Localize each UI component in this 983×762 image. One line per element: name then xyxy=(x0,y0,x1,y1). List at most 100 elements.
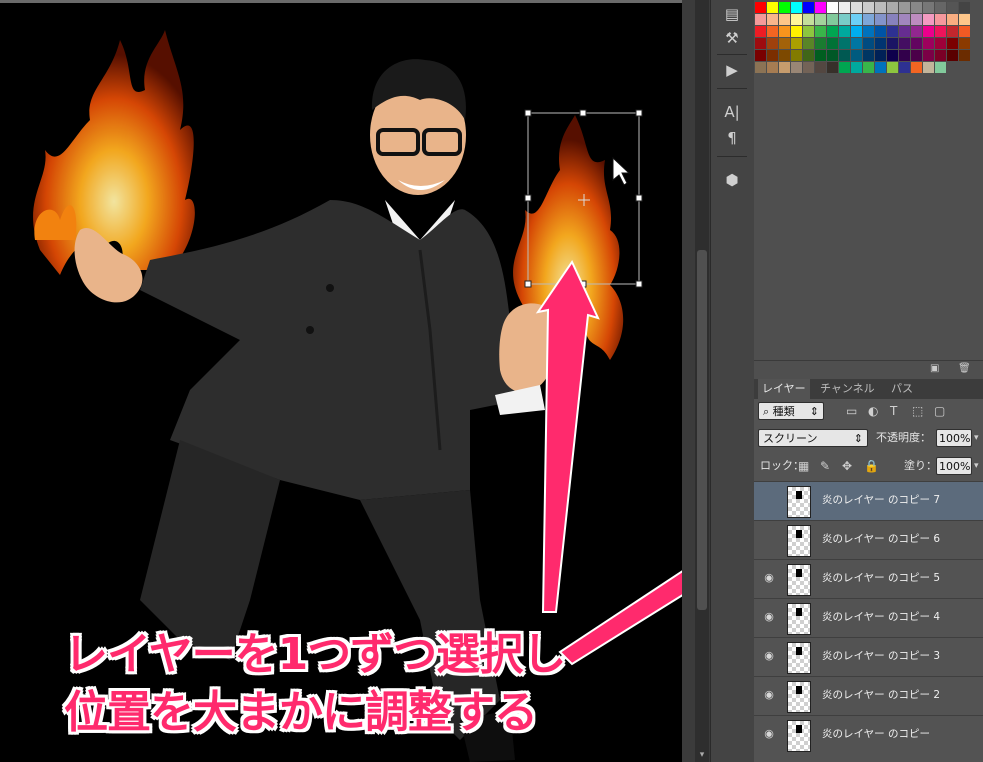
color-swatch[interactable] xyxy=(755,62,766,73)
opacity-dropdown-icon[interactable]: ▾ xyxy=(974,429,979,447)
3d-cube-icon[interactable]: ⬢ xyxy=(717,168,747,192)
layer-filter-kind-select[interactable]: ⌕ 種類 ⇕ xyxy=(758,402,824,420)
layer-row[interactable]: 炎のレイヤー のコピー 6 xyxy=(754,520,983,559)
color-swatch[interactable] xyxy=(911,38,922,49)
paragraph-icon[interactable]: ¶ xyxy=(717,126,747,150)
layer-row[interactable]: ◉ 炎のレイヤー のコピー xyxy=(754,715,983,754)
color-swatch[interactable] xyxy=(863,26,874,37)
color-swatch[interactable] xyxy=(899,14,910,25)
layer-row[interactable]: ◉ 炎のレイヤー のコピー 5 xyxy=(754,559,983,598)
color-swatch[interactable] xyxy=(899,2,910,13)
color-swatch[interactable] xyxy=(755,14,766,25)
visibility-eye-icon[interactable] xyxy=(762,494,776,506)
canvas-area[interactable]: レイヤーを1つずつ選択し 位置を大まかに調整する ▾ xyxy=(0,0,710,762)
color-swatch[interactable] xyxy=(755,38,766,49)
document-canvas[interactable]: レイヤーを1つずつ選択し 位置を大まかに調整する xyxy=(0,0,682,762)
color-swatch[interactable] xyxy=(935,2,946,13)
color-swatch[interactable] xyxy=(839,2,850,13)
color-swatch[interactable] xyxy=(923,2,934,13)
color-swatch[interactable] xyxy=(827,2,838,13)
color-swatch[interactable] xyxy=(959,2,970,13)
shape-filter-icon[interactable]: ⬚ xyxy=(912,402,923,420)
color-swatch[interactable] xyxy=(779,38,790,49)
color-swatch[interactable] xyxy=(887,38,898,49)
color-swatch[interactable] xyxy=(815,62,826,73)
color-swatch[interactable] xyxy=(767,14,778,25)
tab-layers[interactable]: レイヤー xyxy=(758,379,810,399)
tab-channels[interactable]: チャンネル xyxy=(816,379,879,399)
color-swatch[interactable] xyxy=(911,62,922,73)
layer-row[interactable]: ◉ 炎のレイヤー のコピー 3 xyxy=(754,637,983,676)
color-swatch[interactable] xyxy=(851,38,862,49)
color-swatch[interactable] xyxy=(779,2,790,13)
color-swatch[interactable] xyxy=(851,62,862,73)
color-swatch[interactable] xyxy=(803,62,814,73)
play-actions-icon[interactable]: ▶ xyxy=(717,58,747,82)
color-swatch[interactable] xyxy=(935,50,946,61)
color-swatch[interactable] xyxy=(947,38,958,49)
color-swatch[interactable] xyxy=(887,2,898,13)
color-swatch[interactable] xyxy=(947,2,958,13)
color-swatch[interactable] xyxy=(791,26,802,37)
type-filter-icon[interactable]: T xyxy=(890,402,897,420)
color-swatch[interactable] xyxy=(767,38,778,49)
color-swatch[interactable] xyxy=(935,38,946,49)
layer-row[interactable]: ◉ 炎のレイヤー のコピー 2 xyxy=(754,676,983,715)
color-swatch[interactable] xyxy=(815,50,826,61)
image-filter-icon[interactable]: ▭ xyxy=(846,402,857,420)
color-swatch[interactable] xyxy=(899,38,910,49)
color-swatch[interactable] xyxy=(887,62,898,73)
color-swatch[interactable] xyxy=(815,26,826,37)
color-swatch[interactable] xyxy=(827,14,838,25)
color-swatch[interactable] xyxy=(803,2,814,13)
fill-input[interactable]: 100% xyxy=(936,457,972,475)
visibility-eye-icon[interactable]: ◉ xyxy=(762,728,776,740)
color-swatch[interactable] xyxy=(827,38,838,49)
lock-all-icon[interactable]: 🔒 xyxy=(864,457,879,475)
color-swatch[interactable] xyxy=(935,14,946,25)
color-swatch[interactable] xyxy=(779,50,790,61)
color-swatch[interactable] xyxy=(767,62,778,73)
new-swatch-icon[interactable]: ▣ xyxy=(930,364,940,374)
adjustment-filter-icon[interactable]: ◐ xyxy=(868,402,878,420)
fill-dropdown-icon[interactable]: ▾ xyxy=(974,457,979,475)
color-swatch[interactable] xyxy=(911,14,922,25)
color-swatch[interactable] xyxy=(851,2,862,13)
color-swatch[interactable] xyxy=(875,38,886,49)
color-swatch[interactable] xyxy=(839,26,850,37)
color-swatch[interactable] xyxy=(959,38,970,49)
color-swatch[interactable] xyxy=(863,38,874,49)
color-swatch[interactable] xyxy=(923,38,934,49)
color-swatch[interactable] xyxy=(827,26,838,37)
scroll-down-arrow-icon[interactable]: ▾ xyxy=(695,750,709,760)
color-swatch[interactable] xyxy=(815,14,826,25)
color-swatch[interactable] xyxy=(767,2,778,13)
color-swatch[interactable] xyxy=(767,50,778,61)
canvas-vertical-scrollbar[interactable]: ▾ xyxy=(695,0,709,762)
color-swatch[interactable] xyxy=(875,62,886,73)
color-swatch[interactable] xyxy=(887,50,898,61)
color-swatch[interactable] xyxy=(755,2,766,13)
color-swatch[interactable] xyxy=(947,50,958,61)
color-swatch[interactable] xyxy=(863,14,874,25)
brush-presets-icon[interactable]: ▤ xyxy=(717,2,747,26)
color-swatch[interactable] xyxy=(935,62,946,73)
color-swatch[interactable] xyxy=(839,50,850,61)
lock-paint-icon[interactable]: ✎ xyxy=(820,457,830,475)
color-swatch[interactable] xyxy=(839,14,850,25)
color-swatch[interactable] xyxy=(959,50,970,61)
color-swatch[interactable] xyxy=(791,38,802,49)
color-swatch[interactable] xyxy=(803,38,814,49)
color-swatch[interactable] xyxy=(755,50,766,61)
color-swatch[interactable] xyxy=(947,14,958,25)
color-swatch[interactable] xyxy=(899,26,910,37)
color-swatch[interactable] xyxy=(911,2,922,13)
color-swatch[interactable] xyxy=(887,14,898,25)
color-swatch[interactable] xyxy=(875,2,886,13)
color-swatch[interactable] xyxy=(851,26,862,37)
blend-mode-select[interactable]: スクリーン ⇕ xyxy=(758,429,868,447)
color-swatch[interactable] xyxy=(791,14,802,25)
color-swatch[interactable] xyxy=(875,14,886,25)
scrollbar-thumb[interactable] xyxy=(697,250,707,610)
color-swatch[interactable] xyxy=(959,14,970,25)
